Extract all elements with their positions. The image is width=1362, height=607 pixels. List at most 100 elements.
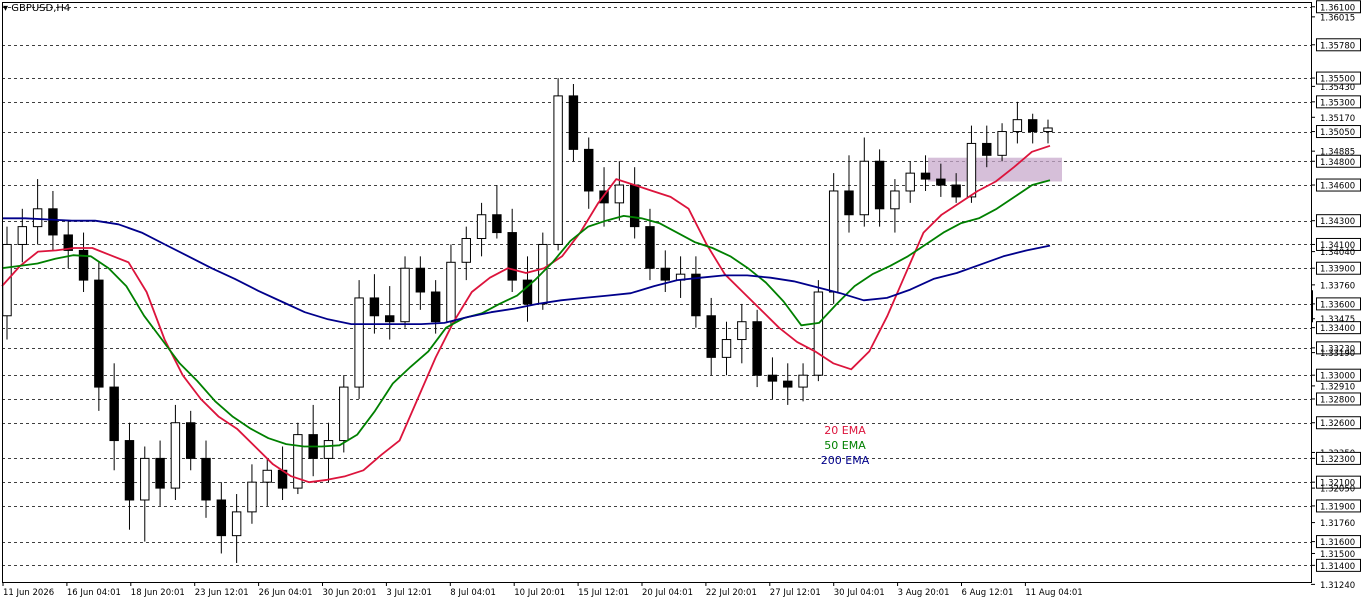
y-tick-label-1-35050: 1.35050	[1320, 128, 1355, 138]
plot-frame	[2, 2, 1312, 583]
y-tick-label-1-31400: 1.31400	[1320, 562, 1355, 572]
candle-body-bull	[721, 339, 732, 358]
candle	[140, 446, 150, 542]
candle	[170, 404, 181, 500]
candle	[767, 357, 778, 399]
candle	[737, 303, 747, 364]
candle-body-bear	[783, 380, 793, 388]
candle-body-bear	[767, 374, 778, 382]
ema-line-50-ema	[1, 179, 1051, 448]
candle-body-bear	[94, 279, 104, 388]
y-tick-label-1-33600: 1.33600	[1320, 300, 1355, 310]
y-tick-label-1-31240: 1.31240	[1320, 581, 1355, 591]
candle-body-bull	[905, 172, 915, 192]
x-tick-label-6-aug-12-01: 6 Aug 12:01	[962, 588, 1014, 598]
candle	[231, 494, 242, 563]
y-tick-label-1-33000: 1.33000	[1320, 372, 1355, 382]
y-tick-label-1-35170: 1.35170	[1320, 114, 1355, 124]
y-tick-label-1-36015: 1.36015	[1320, 13, 1355, 23]
candle-body-bear	[920, 172, 931, 180]
candle	[721, 321, 732, 376]
candle-body-bull	[737, 321, 747, 341]
candle-body-bull	[828, 190, 839, 293]
x-tick-label-27-jul-12-01: 27 Jul 12:01	[770, 588, 821, 598]
candle-body-bear	[691, 273, 701, 317]
candle-body-bear	[415, 267, 426, 293]
y-tick-label-1-35430: 1.35430	[1320, 83, 1355, 93]
candle	[706, 297, 716, 376]
x-tick-label-3-aug-20-01: 3 Aug 20:01	[898, 588, 950, 598]
candle-body-bear	[936, 178, 946, 186]
candle-body-bull	[1043, 127, 1053, 133]
candle	[614, 161, 625, 221]
candle-body-bear	[706, 315, 716, 358]
candle	[890, 179, 900, 233]
candle	[308, 404, 318, 477]
candle	[1012, 101, 1023, 144]
candle	[476, 202, 487, 257]
y-tick-label-1-31600: 1.31600	[1320, 538, 1355, 548]
symbol-label[interactable]: ▾ GBPUSD,H4	[3, 3, 70, 14]
price-zone	[928, 157, 1062, 182]
candle	[492, 185, 502, 239]
x-tick-label-30-jul-04-01: 30 Jul 04:01	[834, 588, 885, 598]
candle	[247, 464, 257, 524]
candle-body-bear	[660, 267, 670, 281]
candle-body-bull	[446, 261, 456, 323]
price-chart: 1.361001.360151.357801.355001.354301.353…	[1, 0, 1361, 598]
x-tick-label-26-jun-04-01: 26 Jun 04:01	[259, 588, 313, 598]
x-tick-label-18-jun-20-01: 18 Jun 20:01	[131, 588, 185, 598]
x-tick-label-15-jul-12-01: 15 Jul 12:01	[578, 588, 629, 598]
candle-body-bear	[492, 214, 502, 234]
candle-body-bear	[430, 291, 441, 323]
candle	[966, 125, 977, 203]
candle-body-bull	[476, 214, 487, 240]
candle-body-bull	[798, 374, 808, 388]
y-tick-label-1-33400: 1.33400	[1320, 324, 1355, 334]
y-tick-label-1-34300: 1.34300	[1320, 217, 1355, 227]
candle-body-bull	[354, 297, 364, 388]
candle-body-bull	[890, 190, 900, 210]
candle-body-bull	[966, 142, 977, 198]
candle	[997, 123, 1007, 162]
candle-body-bull	[1012, 119, 1023, 133]
candle	[109, 363, 119, 471]
candle-body-bear	[982, 142, 992, 156]
ema-line-200-ema	[2, 217, 1051, 326]
candle-body-bull	[17, 226, 28, 245]
candle	[844, 155, 854, 233]
candle	[905, 161, 915, 203]
candle-body-bear	[629, 184, 640, 228]
candle	[629, 167, 640, 239]
dropdown-triangle-icon[interactable]: ▾	[3, 3, 8, 14]
candle-layer	[2, 78, 1053, 563]
y-tick-label-1-32600: 1.32600	[1320, 419, 1355, 429]
candle-body-bear	[844, 190, 854, 216]
candle	[32, 179, 43, 245]
candle-body-bull	[32, 208, 43, 228]
candle-body-bear	[48, 208, 58, 236]
candle	[798, 363, 808, 402]
y-tick-label-1-33900: 1.33900	[1320, 265, 1355, 275]
candle-body-bear	[951, 184, 961, 198]
zone-layer	[928, 157, 1062, 182]
x-tick-label-20-jul-04-01: 20 Jul 04:01	[642, 588, 693, 598]
y-tick-label-1-32300: 1.32300	[1320, 455, 1355, 465]
candle-body-bull	[140, 457, 150, 501]
candle	[400, 256, 410, 328]
candle-body-bull	[997, 131, 1007, 156]
candle-body-bull	[553, 95, 563, 245]
y-tick-label-1-33190: 1.33190	[1320, 349, 1355, 359]
x-tick-label-30-jun-20-01: 30 Jun 20:01	[323, 588, 377, 598]
candle-body-bull	[859, 160, 870, 216]
candle-body-bear	[568, 95, 579, 150]
candle	[293, 422, 303, 495]
candle	[584, 137, 594, 209]
candle	[783, 363, 793, 405]
candle-body-bull	[614, 184, 625, 204]
y-tick-label-1-32800: 1.32800	[1320, 395, 1355, 405]
candle	[323, 422, 334, 483]
candle	[124, 422, 135, 530]
candle-body-bull	[400, 267, 410, 323]
candle	[262, 458, 272, 506]
